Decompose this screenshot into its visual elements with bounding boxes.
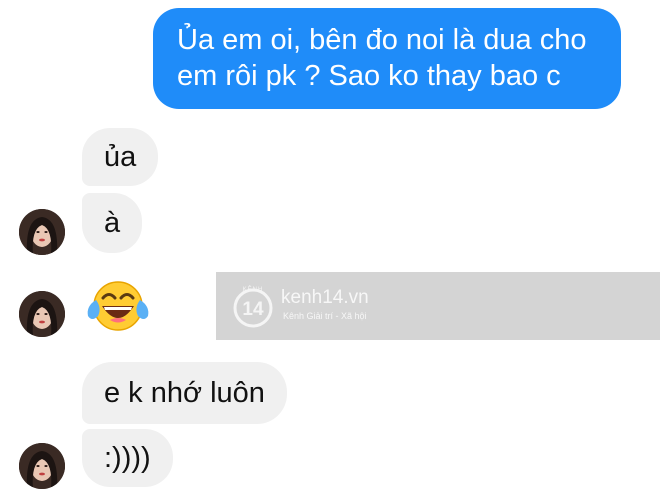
sent-message-line-2: em rôi pk ? Sao ko thay bao c — [177, 60, 561, 92]
received-message-bubble[interactable]: ủa — [82, 128, 159, 186]
watermark-site-name: kenh14.vn — [281, 287, 369, 308]
profile-photo-icon — [19, 291, 65, 337]
sent-message-line-1: Ủa em oi, bên đo noi là dua cho — [177, 24, 587, 56]
kenh14-logo-icon: 14 KÊNH — [232, 284, 274, 328]
watermark-tagline: Kênh Giải trí - Xã hội — [283, 311, 367, 321]
received-message-text: ủa — [104, 141, 137, 173]
sender-avatar[interactable] — [19, 209, 65, 255]
profile-photo-icon — [19, 209, 65, 255]
received-message-bubble[interactable]: à — [82, 193, 143, 253]
chat-screen: Ủa em oi, bên đo noi là dua cho em rôi p… — [0, 0, 660, 500]
received-message-bubble[interactable]: e k nhớ luôn — [82, 362, 287, 424]
svg-text:KÊNH: KÊNH — [243, 285, 264, 293]
sender-avatar[interactable] — [19, 291, 65, 337]
laughing-emoji-message[interactable] — [84, 276, 152, 336]
sent-message-bubble[interactable]: Ủa em oi, bên đo noi là dua cho em rôi p… — [153, 8, 621, 109]
face-with-tears-of-joy-icon — [87, 281, 149, 331]
received-message-text: à — [104, 207, 121, 239]
received-message-text: e k nhớ luôn — [104, 377, 265, 409]
profile-photo-icon — [19, 443, 65, 489]
received-message-bubble[interactable]: :)))) — [82, 429, 173, 487]
received-message-text: :)))) — [104, 442, 151, 474]
svg-text:14: 14 — [242, 299, 264, 320]
sender-avatar[interactable] — [19, 443, 65, 489]
